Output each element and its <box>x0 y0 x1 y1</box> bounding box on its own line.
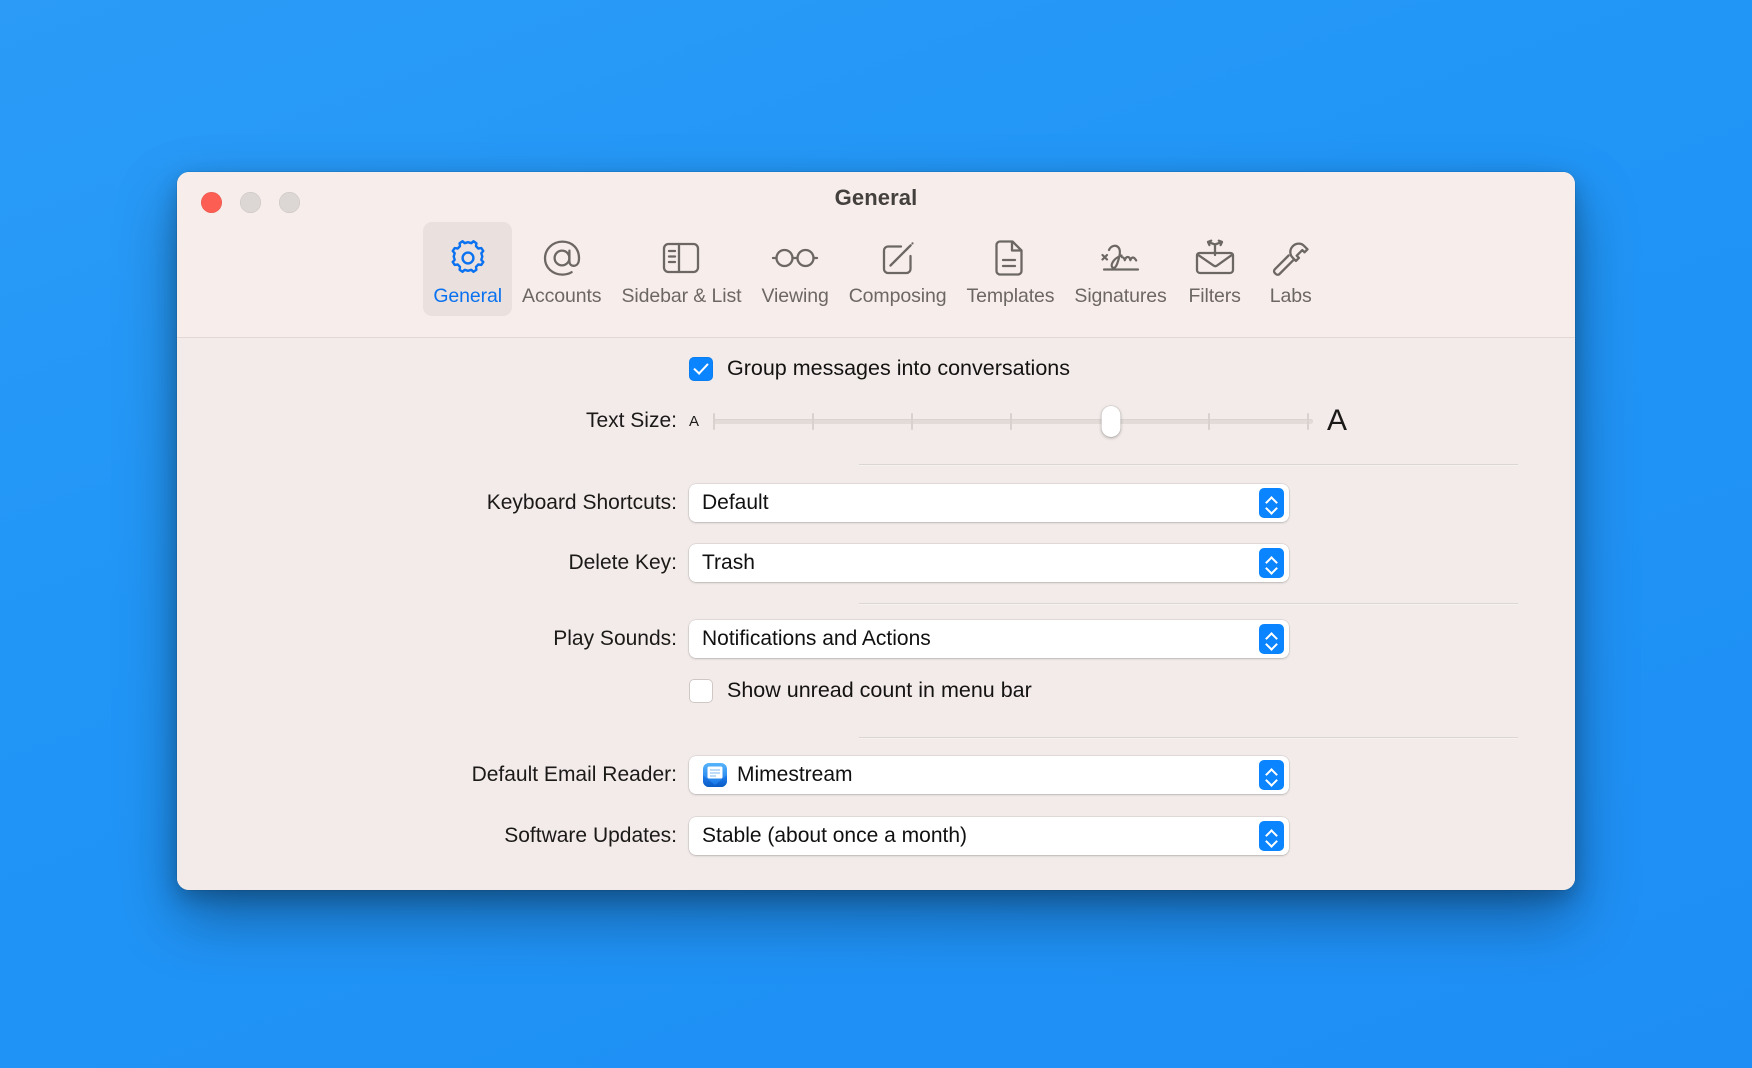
tab-sidebar-and-list[interactable]: Sidebar & List <box>611 222 751 316</box>
keyboard-shortcuts-label: Keyboard Shortcuts: <box>486 491 677 514</box>
default-email-reader-row: Default Email Reader: Mimestream <box>337 756 1289 794</box>
tab-label-signatures: Signatures <box>1074 285 1167 307</box>
document-icon <box>990 232 1030 284</box>
software-updates-row: Software Updates: Stable (about once a m… <box>337 817 1289 855</box>
preferences-tab-bar: General Accounts Sidebar & List Viewing … <box>177 222 1575 316</box>
gear-icon <box>446 232 490 284</box>
delete-key-label: Delete Key: <box>568 551 677 574</box>
mimestream-app-icon <box>702 762 728 788</box>
software-updates-select[interactable]: Stable (about once a month) <box>689 817 1289 855</box>
software-updates-value: Stable (about once a month) <box>702 824 968 847</box>
keyboard-shortcuts-select[interactable]: Default <box>689 484 1289 522</box>
tab-label-composing: Composing <box>848 285 947 307</box>
tab-label-viewing: Viewing <box>761 285 829 307</box>
text-size-slider[interactable] <box>713 406 1314 437</box>
show-unread-count-row: Show unread count in menu bar <box>337 678 1032 703</box>
preferences-window: General General Accounts Sidebar & List … <box>177 172 1575 890</box>
tab-general[interactable]: General <box>423 222 513 316</box>
tab-label-filters: Filters <box>1188 285 1241 307</box>
tab-composing[interactable]: Composing <box>839 222 957 316</box>
tab-filters[interactable]: Filters <box>1177 222 1253 316</box>
text-size-slider-block[interactable]: A A <box>689 404 1348 437</box>
chevron-updown-icon[interactable] <box>1259 548 1284 578</box>
group-messages-checkbox-wrap[interactable]: Group messages into conversations <box>689 356 1070 381</box>
play-sounds-row: Play Sounds: Notifications and Actions <box>337 620 1289 658</box>
text-size-max-glyph: A <box>1327 404 1348 437</box>
slider-tick <box>713 413 716 430</box>
slider-tick <box>1208 413 1211 430</box>
play-sounds-value: Notifications and Actions <box>702 627 931 650</box>
at-sign-icon <box>539 232 585 284</box>
sidebar-icon <box>658 232 704 284</box>
group-messages-row: Group messages into conversations <box>337 356 1070 381</box>
play-sounds-select[interactable]: Notifications and Actions <box>689 620 1289 658</box>
delete-key-value: Trash <box>702 551 755 574</box>
text-size-row: Text Size: A A <box>337 404 1348 437</box>
glasses-icon <box>770 232 820 284</box>
show-unread-count-label: Show unread count in menu bar <box>727 678 1032 702</box>
keyboard-shortcuts-value: Default <box>702 491 769 514</box>
group-messages-checkbox[interactable] <box>689 356 713 381</box>
tab-label-sidebar-and-list: Sidebar & List <box>621 285 742 307</box>
default-email-reader-select[interactable]: Mimestream <box>689 756 1289 794</box>
window-title: General <box>834 185 918 210</box>
delete-key-row: Delete Key: Trash <box>337 544 1289 582</box>
chevron-updown-icon[interactable] <box>1259 760 1284 790</box>
play-sounds-label: Play Sounds: <box>553 627 677 650</box>
mail-filter-icon <box>1191 232 1239 284</box>
slider-tick <box>1010 413 1013 430</box>
chevron-updown-icon[interactable] <box>1259 624 1284 654</box>
slider-thumb[interactable] <box>1101 406 1121 437</box>
hammer-icon <box>1269 232 1313 284</box>
window-toolbar: General General Accounts Sidebar & List … <box>177 172 1575 338</box>
tab-accounts[interactable]: Accounts <box>512 222 611 316</box>
tab-viewing[interactable]: Viewing <box>751 222 838 316</box>
delete-key-select[interactable]: Trash <box>689 544 1289 582</box>
general-settings-pane: Group messages into conversations Text S… <box>177 338 1575 890</box>
show-unread-count-checkbox-wrap[interactable]: Show unread count in menu bar <box>689 678 1032 703</box>
slider-tick <box>1307 413 1310 430</box>
tab-label-templates: Templates <box>966 285 1055 307</box>
tab-labs[interactable]: Labs <box>1253 222 1329 316</box>
group-messages-label: Group messages into conversations <box>727 356 1070 380</box>
separator-1 <box>859 464 1518 465</box>
text-size-min-glyph: A <box>689 412 700 430</box>
default-email-reader-label: Default Email Reader: <box>471 763 677 786</box>
tab-label-labs: Labs <box>1269 285 1312 307</box>
keyboard-shortcuts-row: Keyboard Shortcuts: Default <box>337 484 1289 522</box>
slider-track <box>713 419 1314 424</box>
text-size-label: Text Size: <box>585 409 677 432</box>
slider-tick <box>911 413 914 430</box>
separator-2 <box>859 603 1518 604</box>
slider-tick <box>812 413 815 430</box>
signature-icon <box>1095 232 1147 284</box>
chevron-updown-icon[interactable] <box>1259 488 1284 518</box>
separator-3 <box>859 737 1518 738</box>
software-updates-label: Software Updates: <box>504 824 677 847</box>
show-unread-count-checkbox[interactable] <box>689 678 713 703</box>
tab-templates[interactable]: Templates <box>956 222 1064 316</box>
chevron-updown-icon[interactable] <box>1259 821 1284 851</box>
compose-icon <box>876 232 920 284</box>
tab-signatures[interactable]: Signatures <box>1064 222 1176 316</box>
default-email-reader-value: Mimestream <box>737 763 853 786</box>
tab-label-accounts: Accounts <box>522 285 602 307</box>
tab-label-general: General <box>433 285 503 307</box>
